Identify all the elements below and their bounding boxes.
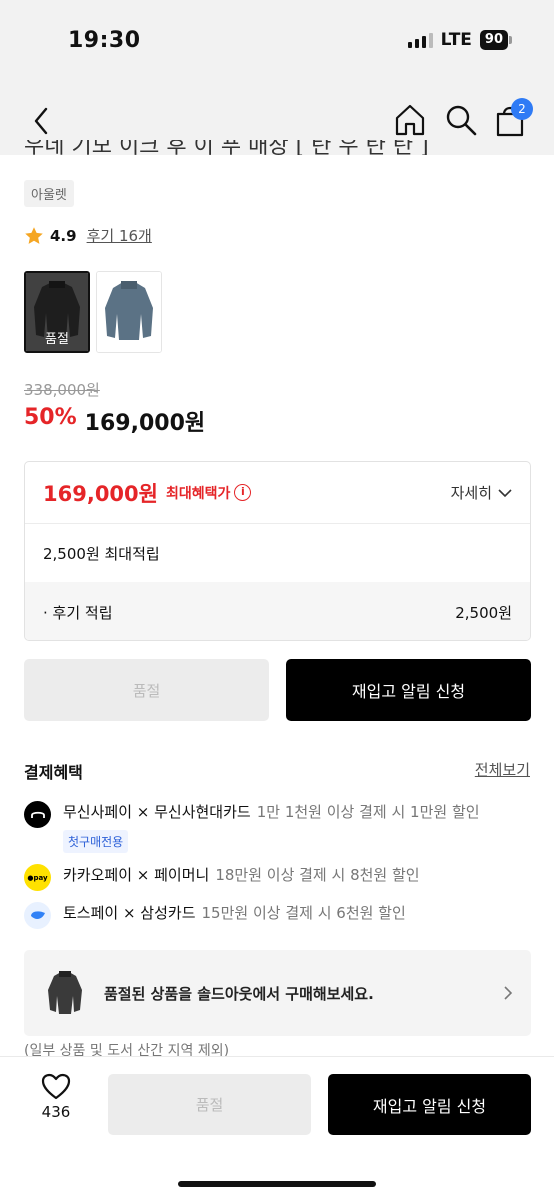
soldout-banner-text: 품절된 상품을 솔드아웃에서 구매해보세요. (104, 984, 374, 1003)
top-bar: 19:30 LTE 90 2 (0, 0, 554, 155)
home-indicator (178, 1181, 376, 1187)
status-indicators: LTE 90 (407, 30, 512, 50)
color-options: 품절 (24, 271, 162, 353)
product-title-cut: 우네 기모 이크 후 이 푸 매장 [ 탄 우 탄 탄 ] (24, 140, 429, 155)
home-button[interactable] (392, 102, 428, 138)
review-points-label: · 후기 적립 (43, 603, 113, 622)
reviews-link[interactable]: 후기 16개 (87, 225, 152, 246)
like-count: 436 (41, 1103, 71, 1121)
cart-count-badge: 2 (511, 98, 533, 120)
discount-rate: 50% (24, 405, 77, 430)
soldout-overlay-label: 품절 (45, 332, 69, 347)
shipping-note-cut: (일부 상품 및 도서 산간 지역 제외) (24, 1043, 230, 1057)
max-benefit-row: 169,000원 최대혜택가 i 자세히 (25, 462, 530, 524)
toss-pay-icon (24, 902, 51, 929)
bottom-restock-alert-button[interactable]: 재입고 알림 신청 (328, 1074, 531, 1135)
chevron-down-icon (498, 488, 512, 497)
rating-score: 4.9 (50, 226, 77, 245)
review-points-amount: 2,500원 (455, 603, 512, 622)
search-button[interactable] (443, 102, 479, 138)
brand-tag[interactable]: 아울렛 (24, 180, 74, 207)
bottom-action-bar: 436 품절 재입고 알림 신청 (0, 1056, 554, 1200)
heart-icon (41, 1073, 71, 1100)
status-time: 19:30 (68, 28, 141, 53)
musinsa-pay-icon (24, 801, 51, 828)
rating-row: 4.9 후기 16개 (24, 225, 152, 246)
chevron-right-icon (504, 986, 513, 1000)
battery-icon: 90 (479, 30, 512, 50)
restock-alert-button[interactable]: 재입고 알림 신청 (286, 659, 531, 721)
points-row: 2,500원 최대적립 (25, 524, 530, 582)
first-purchase-tag: 첫구매전용 (63, 830, 129, 853)
payment-item-kakao[interactable]: ●pay 카카오페이 × 페이머니 18만원 이상 결제 시 8천원 할인 (24, 864, 420, 891)
review-points-row: · 후기 적립 2,500원 (25, 582, 530, 640)
benefit-box: 169,000원 최대혜택가 i 자세히 2,500원 최대적립 · 후기 적립… (24, 461, 531, 641)
jacket-blue-image (97, 272, 161, 352)
home-icon (395, 104, 425, 136)
jacket-thumbnail-image (48, 971, 82, 1014)
network-label: LTE (440, 30, 472, 50)
color-option-blue[interactable] (96, 271, 162, 353)
soldout-button[interactable]: 품절 (24, 659, 269, 721)
search-icon (446, 105, 477, 136)
detail-toggle[interactable]: 자세히 (451, 482, 512, 503)
info-icon[interactable]: i (234, 484, 252, 501)
battery-level: 90 (479, 30, 508, 50)
kakao-pay-icon: ●pay (24, 864, 51, 891)
payment-item-musinsa[interactable]: 무신사페이 × 무신사현대카드 1만 1천원 이상 결제 시 1만원 할인 첫구매… (24, 801, 480, 853)
view-all-link[interactable]: 전체보기 (475, 759, 530, 780)
sale-price-row: 50% 169,000원 (24, 405, 205, 437)
soldout-market-banner[interactable]: 품절된 상품을 솔드아웃에서 구매해보세요. (24, 950, 531, 1036)
payment-item-toss[interactable]: 토스페이 × 삼성카드 15만원 이상 결제 시 6천원 할인 (24, 902, 406, 929)
signal-icon (407, 32, 433, 48)
original-price: 338,000원 (24, 381, 100, 399)
chevron-left-icon (34, 107, 48, 135)
color-option-black[interactable]: 품절 (24, 271, 90, 353)
sale-price: 169,000원 (84, 411, 206, 436)
payment-benefits-title: 결제혜택 (24, 763, 83, 782)
star-icon (25, 226, 43, 244)
bottom-soldout-button[interactable]: 품절 (108, 1074, 311, 1135)
points-label: 2,500원 최대적립 (43, 544, 160, 563)
max-benefit-price: 169,000원 (43, 481, 158, 506)
like-button[interactable]: 436 (26, 1073, 86, 1133)
cart-button[interactable]: 2 (493, 98, 533, 138)
max-benefit-label: 최대혜택가 (165, 485, 231, 502)
back-button[interactable] (26, 104, 56, 138)
